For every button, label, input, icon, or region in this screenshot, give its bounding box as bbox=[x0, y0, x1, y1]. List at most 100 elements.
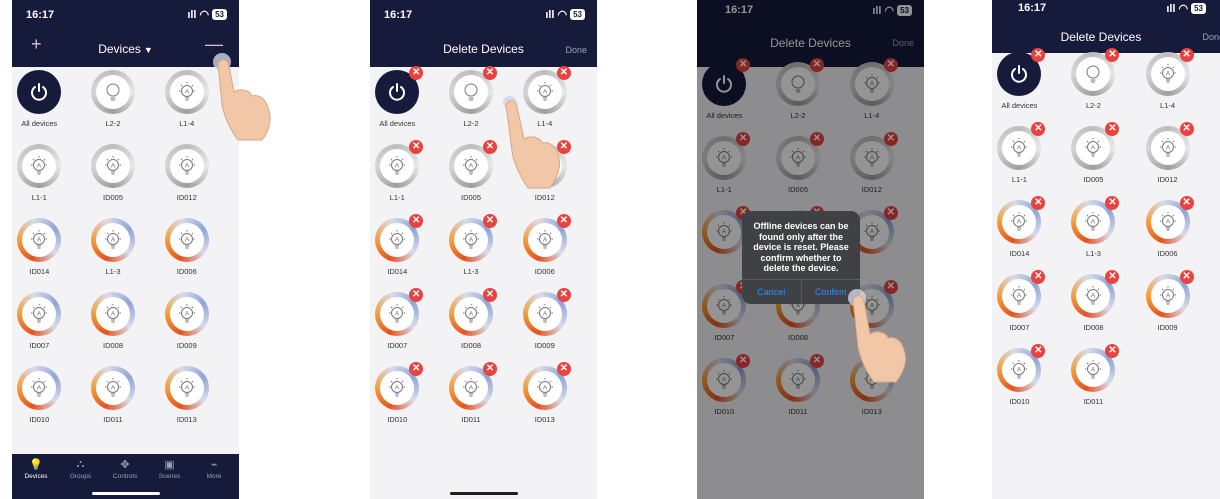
device-bulb[interactable]: A✕ bbox=[1071, 344, 1120, 392]
all-devices-power-button[interactable] bbox=[17, 70, 62, 114]
device-tile[interactable]: A ID013 bbox=[157, 366, 217, 424]
device-tile[interactable]: A✕ID008 bbox=[441, 288, 501, 350]
device-bulb[interactable]: A✕ bbox=[1145, 270, 1194, 318]
device-bulb[interactable]: A bbox=[17, 366, 62, 410]
device-tile[interactable]: ✕ All devices bbox=[992, 48, 1049, 110]
delete-badge-icon[interactable]: ✕ bbox=[1105, 344, 1120, 358]
delete-badge-icon[interactable]: ✕ bbox=[1179, 48, 1194, 62]
delete-badge-icon[interactable]: ✕ bbox=[483, 140, 497, 154]
device-bulb[interactable]: A✕ bbox=[997, 196, 1046, 244]
delete-badge-icon[interactable]: ✕ bbox=[1031, 48, 1046, 62]
delete-badge-icon[interactable]: ✕ bbox=[409, 362, 424, 376]
device-tile[interactable]: A ID008 bbox=[83, 292, 143, 350]
tab-more[interactable]: ⌁ More bbox=[194, 458, 234, 480]
delete-badge-icon[interactable]: ✕ bbox=[1105, 122, 1120, 136]
device-bulb[interactable]: A bbox=[17, 144, 62, 188]
device-tile[interactable]: A✕ID007 bbox=[370, 288, 427, 350]
delete-badge-icon[interactable]: ✕ bbox=[556, 362, 571, 376]
device-bulb[interactable]: A bbox=[164, 366, 209, 410]
device-tile[interactable]: A L1-4 bbox=[157, 70, 217, 128]
device-bulb[interactable]: A✕ bbox=[1145, 48, 1194, 96]
device-tile[interactable]: A ✕ ID010 bbox=[992, 344, 1049, 406]
device-tile[interactable]: A ✕ ID006 bbox=[1138, 196, 1198, 258]
device-tile[interactable]: A ✕ L1-1 bbox=[370, 140, 427, 202]
device-bulb[interactable]: A✕ bbox=[375, 140, 424, 188]
cancel-button[interactable]: Cancel bbox=[742, 280, 802, 304]
device-bulb[interactable]: A bbox=[91, 144, 135, 188]
device-bulb[interactable]: A bbox=[164, 292, 209, 336]
device-tile[interactable]: L2-2 bbox=[83, 70, 143, 128]
device-tile[interactable]: A ✕ L1-1 bbox=[992, 122, 1049, 184]
device-bulb[interactable]: A✕ bbox=[522, 288, 571, 336]
delete-badge-icon[interactable]: ✕ bbox=[483, 362, 497, 376]
device-bulb[interactable]: A bbox=[17, 218, 62, 262]
delete-badge-icon[interactable]: ✕ bbox=[1179, 122, 1194, 136]
device-tile[interactable]: A✕ID013 bbox=[515, 362, 575, 424]
device-tile[interactable]: A L1-3 bbox=[83, 218, 143, 276]
delete-badge-icon[interactable]: ✕ bbox=[1031, 122, 1046, 136]
device-tile[interactable]: A✕ID008 bbox=[1063, 270, 1123, 332]
device-bulb[interactable] bbox=[91, 70, 135, 114]
device-tile[interactable]: A ID009 bbox=[157, 292, 217, 350]
device-tile[interactable]: A✕ID012 bbox=[1138, 122, 1198, 184]
device-bulb[interactable]: ✕ bbox=[1071, 48, 1120, 96]
device-bulb[interactable]: A✕ bbox=[449, 288, 497, 336]
delete-badge-icon[interactable]: ✕ bbox=[483, 66, 497, 80]
device-bulb[interactable]: A✕ bbox=[375, 362, 424, 410]
device-tile[interactable]: A✕ID007 bbox=[992, 270, 1049, 332]
device-tile[interactable]: A ID005 bbox=[83, 144, 143, 202]
delete-badge-icon[interactable]: ✕ bbox=[409, 140, 424, 154]
device-bulb[interactable]: A✕ bbox=[522, 214, 571, 262]
device-tile[interactable]: A L1-1 bbox=[12, 144, 69, 202]
device-bulb[interactable]: A✕ bbox=[449, 140, 497, 188]
device-bulb[interactable]: A bbox=[164, 70, 209, 114]
device-tile[interactable]: A ✕ ID009 bbox=[515, 288, 575, 350]
device-bulb[interactable]: A✕ bbox=[375, 288, 424, 336]
device-tile[interactable]: A ID014 bbox=[12, 218, 69, 276]
device-bulb[interactable]: A bbox=[17, 292, 62, 336]
device-bulb[interactable]: A✕ bbox=[997, 344, 1046, 392]
delete-badge-icon[interactable]: ✕ bbox=[483, 214, 497, 228]
device-tile[interactable]: A ✕ ID011 bbox=[1063, 344, 1123, 406]
device-tile[interactable]: All devices bbox=[12, 70, 69, 128]
device-tile[interactable]: A ID011 bbox=[83, 366, 143, 424]
delete-badge-icon[interactable]: ✕ bbox=[1105, 196, 1120, 210]
device-tile[interactable]: A ID006 bbox=[157, 218, 217, 276]
all-devices-power-button[interactable]: ✕ bbox=[375, 66, 424, 114]
device-bulb[interactable]: A✕ bbox=[375, 214, 424, 262]
done-button[interactable]: Done bbox=[1202, 32, 1220, 42]
device-bulb[interactable]: A bbox=[91, 292, 135, 336]
delete-badge-icon[interactable]: ✕ bbox=[556, 214, 571, 228]
device-bulb[interactable]: A bbox=[164, 218, 209, 262]
device-bulb[interactable]: A✕ bbox=[1071, 122, 1120, 170]
delete-badge-icon[interactable]: ✕ bbox=[1031, 344, 1046, 358]
device-tile[interactable]: A ✕ ID005 bbox=[441, 140, 501, 202]
tab-controls[interactable]: ✥ Controls bbox=[105, 458, 145, 480]
delete-badge-icon[interactable]: ✕ bbox=[556, 288, 571, 302]
device-tile[interactable]: A ✕ L1-3 bbox=[441, 214, 501, 276]
delete-badge-icon[interactable]: ✕ bbox=[1031, 196, 1046, 210]
delete-badge-icon[interactable]: ✕ bbox=[1105, 48, 1120, 62]
delete-badge-icon[interactable]: ✕ bbox=[1105, 270, 1120, 284]
device-bulb[interactable]: A bbox=[164, 144, 209, 188]
device-tile[interactable]: A ✕ ID009 bbox=[1138, 270, 1198, 332]
device-bulb[interactable]: A✕ bbox=[449, 214, 497, 262]
device-bulb[interactable]: ✕ bbox=[449, 66, 497, 114]
tab-devices[interactable]: 💡 Devices bbox=[16, 458, 56, 480]
done-button[interactable]: Done bbox=[565, 45, 587, 55]
device-bulb[interactable]: A✕ bbox=[522, 362, 571, 410]
delete-badge-icon[interactable]: ✕ bbox=[1031, 270, 1046, 284]
device-bulb[interactable]: A✕ bbox=[449, 362, 497, 410]
device-bulb[interactable]: A✕ bbox=[1071, 196, 1120, 244]
tab-scenes[interactable]: ▣ Scenes bbox=[150, 458, 190, 480]
delete-badge-icon[interactable]: ✕ bbox=[409, 66, 424, 80]
device-bulb[interactable]: A✕ bbox=[1071, 270, 1120, 318]
device-bulb[interactable]: A bbox=[91, 366, 135, 410]
device-tile[interactable]: A ID010 bbox=[12, 366, 69, 424]
device-bulb[interactable]: A✕ bbox=[1145, 122, 1194, 170]
device-tile[interactable]: A ✕ L1-3 bbox=[1063, 196, 1123, 258]
delete-badge-icon[interactable]: ✕ bbox=[556, 66, 571, 80]
device-bulb[interactable]: A✕ bbox=[1145, 196, 1194, 244]
device-tile[interactable]: A ✕ ID006 bbox=[515, 214, 575, 276]
device-bulb[interactable]: A✕ bbox=[997, 122, 1046, 170]
